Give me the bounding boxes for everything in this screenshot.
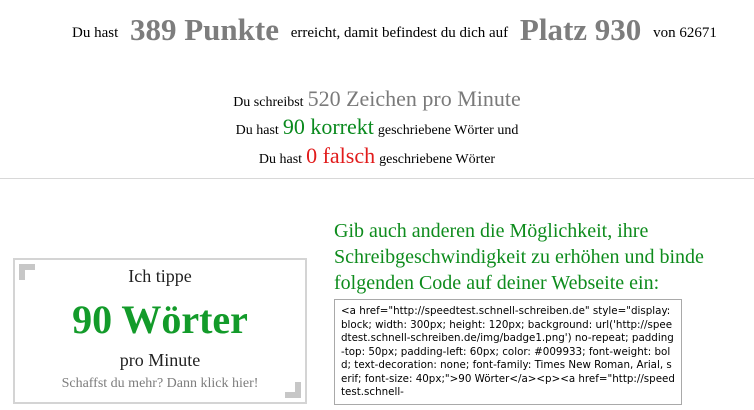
speed-line: Du schreibst 520 Zeichen pro Minute <box>0 86 754 112</box>
badge-title: Ich tippe <box>128 266 192 286</box>
embed-invitation: Gib auch anderen die Möglichkeit, ihre S… <box>334 220 704 294</box>
wrong-words-value: 0 falsch <box>306 143 376 168</box>
embed-code-textarea[interactable]: <a href="http://speedtest.schnell-schrei… <box>334 299 682 405</box>
ranking-prefix: Du hast <box>72 25 119 41</box>
divider <box>0 178 754 179</box>
wrong-suffix: geschriebene Wörter <box>379 152 496 167</box>
speed-badge-link[interactable]: Ich tippe 90 Wörter pro Minute Schaffst … <box>13 258 307 404</box>
points-value: 389 Punkte <box>130 12 279 47</box>
speed-prefix: Du schreibst <box>233 95 304 110</box>
ranking-line: Du hast 389 Punkte erreicht, damit befin… <box>72 12 717 48</box>
ranking-middle: erreicht, damit befindest du dich auf <box>290 25 509 41</box>
chars-per-minute: 520 Zeichen pro Minute <box>307 86 521 111</box>
wrong-prefix: Du hast <box>258 152 303 167</box>
wrong-words-line: Du hast 0 falsch geschriebene Wörter <box>0 143 754 169</box>
correct-words-value: 90 korrekt <box>282 114 374 139</box>
correct-prefix: Du hast <box>235 123 279 138</box>
correct-suffix: geschriebene Wörter und <box>377 123 519 138</box>
badge-call-to-action[interactable]: Schaffst du mehr? Dann klick hier! <box>15 376 305 392</box>
badge-per-minute: pro Minute <box>119 350 201 370</box>
badge-words-per-minute: 90 Wörter <box>72 297 248 342</box>
correct-words-line: Du hast 90 korrekt geschriebene Wörter u… <box>0 114 754 140</box>
place-value: Platz 930 <box>519 12 642 47</box>
total-participants: von 62671 <box>653 25 717 41</box>
